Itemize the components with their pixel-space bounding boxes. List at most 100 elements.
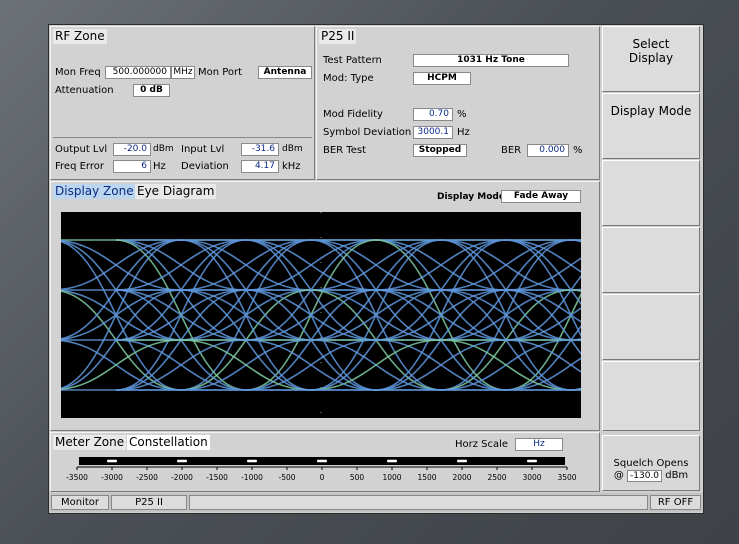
status-mode[interactable]: P25 II (111, 495, 187, 510)
ber-label: BER (501, 145, 522, 156)
status-message-area (189, 495, 648, 510)
horz-scale-label: Horz Scale (455, 439, 509, 450)
squelch-softkey[interactable]: Squelch Opens @ -130.0 dBm (602, 435, 700, 491)
ruler-tick-label: 1500 (417, 473, 437, 482)
status-bar: Monitor P25 II RF OFF (49, 493, 703, 512)
output-lvl-label: Output Lvl (55, 144, 108, 155)
input-lvl-unit: dBm (282, 144, 303, 154)
softkey-5[interactable] (602, 294, 700, 360)
eye-trace (61, 339, 581, 391)
ruler-tick-label: 3000 (522, 473, 542, 482)
softkey-6[interactable] (602, 361, 700, 431)
eye-trace (61, 289, 581, 341)
constellation-point (254, 459, 257, 463)
constellation-points (107, 459, 537, 463)
rf-zone-title: RF Zone (53, 29, 107, 44)
select-display-label: Select Display (628, 37, 674, 65)
ber-test-label: BER Test (323, 145, 366, 156)
ruler-tick-label: 0 (319, 473, 325, 482)
test-pattern-field[interactable]: 1031 Hz Tone (413, 54, 569, 67)
squelch-value: -130.0 (627, 470, 663, 482)
ruler-tick-label: -2000 (171, 473, 193, 482)
mod-type-label: Mod: Type (323, 73, 374, 84)
display-zone-panel[interactable]: Display Zone Eye Diagram Display Mode Fa… (50, 181, 600, 431)
freq-error-value: 6 (113, 160, 151, 173)
mod-type-field[interactable]: HCPM (413, 72, 471, 85)
horz-scale-field[interactable]: Hz (515, 438, 563, 451)
test-pattern-label: Test Pattern (323, 55, 382, 66)
status-monitor[interactable]: Monitor (51, 495, 109, 510)
mon-freq-field[interactable]: 500.000000 (105, 66, 171, 79)
deviation-value: 4.17 (241, 160, 279, 173)
attenuation-label: Attenuation (55, 85, 114, 96)
attenuation-field[interactable]: 0 dB (133, 84, 170, 97)
rf-zone-panel[interactable]: RF Zone Mon Freq 500.000000 MHz Mon Port… (50, 26, 315, 180)
ruler-tick-label: 2500 (487, 473, 507, 482)
symbol-deviation-unit: Hz (457, 127, 470, 138)
ber-test-field[interactable]: Stopped (413, 144, 467, 157)
display-mode-label: Display Mode (437, 192, 505, 202)
constellation-point (394, 459, 397, 463)
constellation-point (324, 459, 327, 463)
ruler-tick-label: 3500 (557, 473, 577, 482)
squelch-unit: dBm (665, 470, 689, 481)
squelch-value-row: @ -130.0 dBm (603, 470, 699, 482)
mon-port-label: Mon Port (198, 67, 243, 78)
ruler-tick-label: 2000 (452, 473, 472, 482)
ber-unit: % (573, 145, 583, 156)
eye-trace (61, 239, 581, 291)
output-lvl-unit: dBm (153, 144, 174, 154)
frequency-tick-labels: -3500 -3000 -2500 -2000 -1500 -1000 -500 0 500 10… (66, 469, 576, 482)
ruler-tick-label: -1000 (241, 473, 263, 482)
display-mode-softkey[interactable]: Display Mode (602, 93, 700, 159)
status-rf[interactable]: RF OFF (650, 495, 701, 510)
input-lvl-value: -31.6 (241, 143, 279, 156)
p25-title: P25 II (319, 29, 357, 44)
symbol-deviation-label: Symbol Deviation (323, 127, 412, 138)
eye-trace (61, 339, 581, 391)
constellation-point (464, 459, 467, 463)
squelch-at: @ (613, 470, 624, 481)
ruler-tick-label: -2500 (136, 473, 158, 482)
mon-freq-unit[interactable]: MHz (171, 66, 195, 79)
symbol-deviation-value: 3000.1 (413, 126, 453, 139)
ber-value: 0.000 (527, 144, 569, 157)
display-mode-softkey-label: Display Mode (610, 104, 692, 118)
freq-error-label: Freq Error (55, 161, 104, 172)
constellation-point (184, 459, 187, 463)
constellation-point (114, 459, 117, 463)
ruler-tick-label: -1500 (206, 473, 228, 482)
mon-freq-label: Mon Freq (55, 67, 101, 78)
eye-trace (61, 239, 581, 291)
display-mode-field[interactable]: Fade Away (501, 190, 581, 203)
mod-fidelity-value: 0.70 (413, 108, 453, 121)
squelch-label: Squelch Opens (613, 458, 689, 469)
softkey-3[interactable] (602, 160, 700, 226)
mod-fidelity-unit: % (457, 109, 467, 120)
deviation-unit: kHz (282, 161, 301, 172)
deviation-label: Deviation (181, 161, 229, 172)
rf-zone-divider (53, 137, 312, 138)
instrument-screen: RF Zone Mon Freq 500.000000 MHz Mon Port… (48, 24, 704, 514)
eye-diagram-plot (61, 212, 581, 418)
ruler-tick-label: 1000 (382, 473, 402, 482)
mon-port-field[interactable]: Antenna (258, 66, 312, 79)
meter-zone-title: Meter Zone (53, 435, 127, 450)
ruler-tick-label: -3000 (101, 473, 123, 482)
ruler-tick-label: -500 (278, 473, 296, 482)
input-lvl-label: Input Lvl (181, 144, 225, 155)
softkey-4[interactable] (602, 227, 700, 293)
eye-diagram-traces (61, 212, 581, 418)
freq-error-unit: Hz (153, 161, 166, 172)
select-display-softkey[interactable]: Select Display (602, 26, 700, 92)
eye-trace (61, 289, 581, 341)
constellation-title: Constellation (127, 435, 210, 450)
output-lvl-value: -20.0 (113, 143, 151, 156)
ruler-tick-label: 500 (349, 473, 365, 482)
display-zone-title: Display Zone (53, 184, 136, 199)
ruler-tick-label: -3500 (66, 473, 88, 482)
meter-zone-panel[interactable]: Meter Zone Constellation Horz Scale Hz -… (50, 432, 600, 492)
p25-panel[interactable]: P25 II Test Pattern 1031 Hz Tone Mod: Ty… (316, 26, 600, 180)
mod-fidelity-label: Mod Fidelity (323, 109, 383, 120)
eye-diagram-title: Eye Diagram (135, 184, 217, 199)
